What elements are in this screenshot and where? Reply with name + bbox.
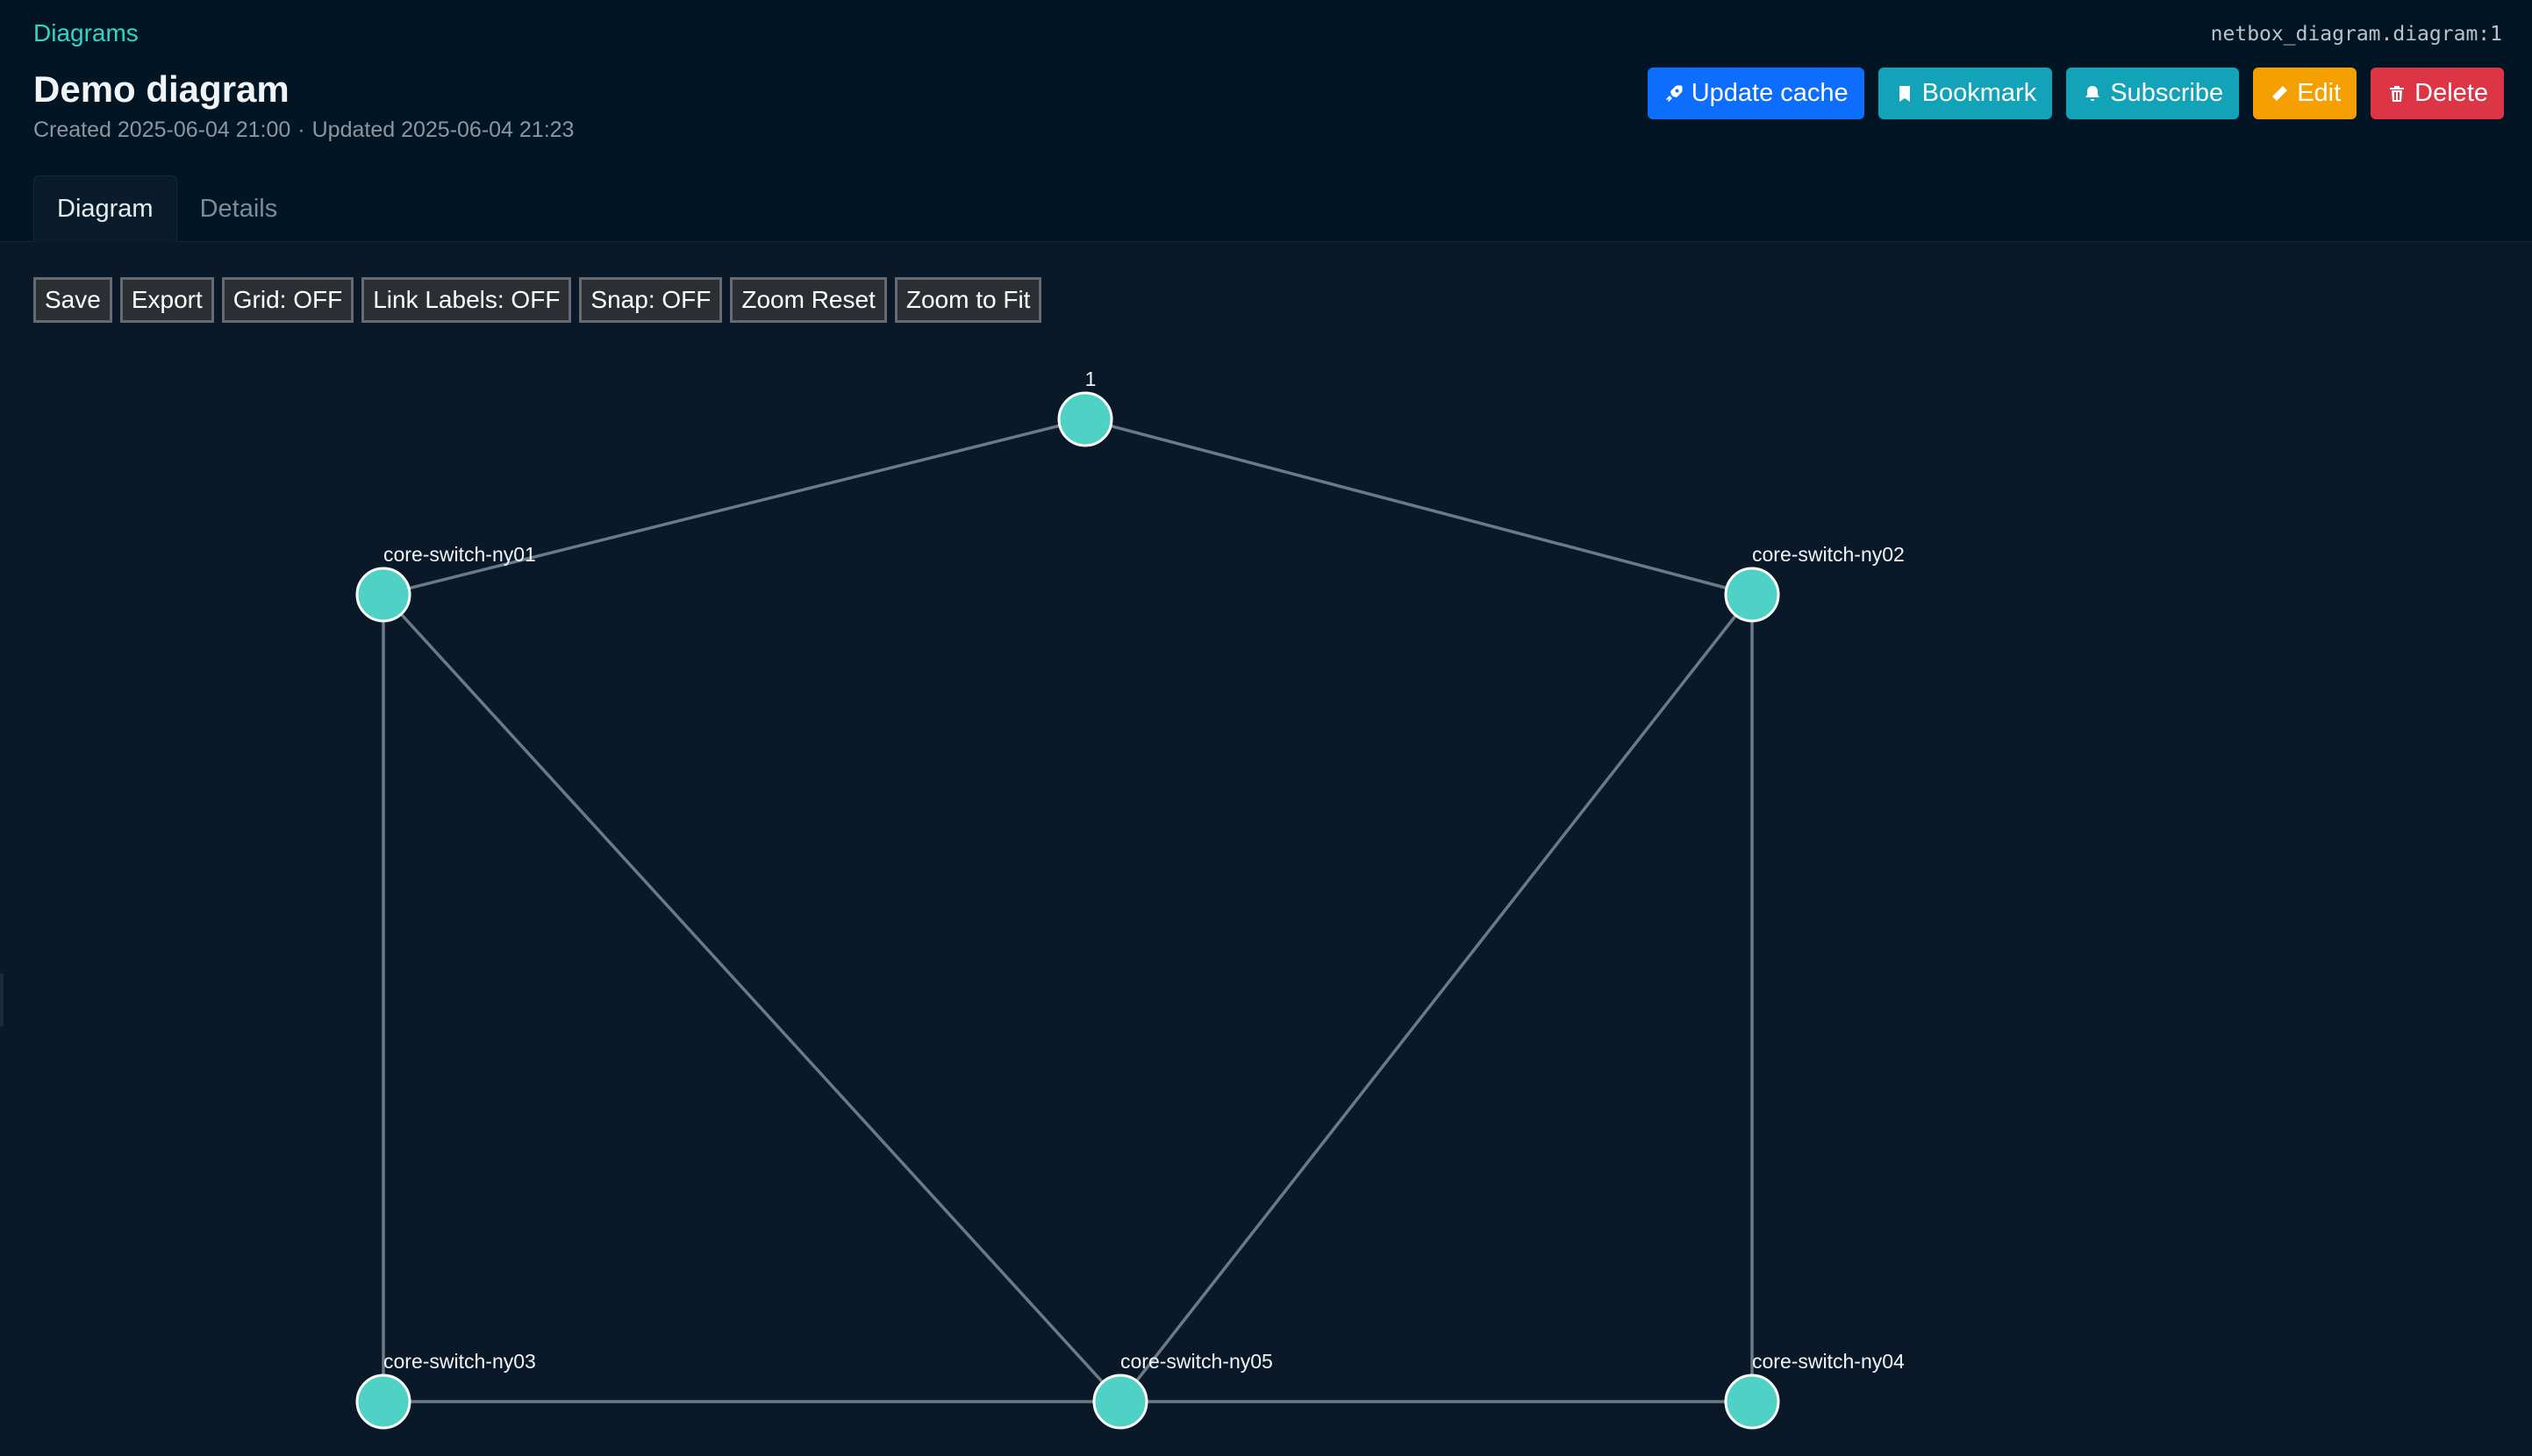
bookmark-button[interactable]: Bookmark xyxy=(1878,68,2053,119)
node-label-ny05: core-switch-ny05 xyxy=(1120,1350,1273,1373)
timestamps: Created 2025-06-04 21:00 · Updated 2025-06… xyxy=(33,118,574,143)
tab-bar: Diagram Details xyxy=(33,175,300,242)
save-button[interactable]: Save xyxy=(33,277,112,323)
page-title: Demo diagram xyxy=(33,68,290,110)
edit-button[interactable]: Edit xyxy=(2253,68,2357,119)
rocket-icon xyxy=(1665,84,1683,102)
delete-label: Delete xyxy=(2414,79,2488,107)
tab-diagram[interactable]: Diagram xyxy=(33,175,177,242)
node-label-ny04: core-switch-ny04 xyxy=(1752,1350,1905,1373)
network-diagram[interactable]: 1 core-switch-ny01 core-switch-ny02 core-sw… xyxy=(0,342,2532,1456)
node-ny03[interactable] xyxy=(355,1374,411,1430)
trash-icon xyxy=(2390,85,2405,102)
export-button[interactable]: Export xyxy=(119,277,214,323)
link-n1-ny02[interactable] xyxy=(1084,418,1753,596)
diagram-toolbar: Save Export Grid: OFF Link Labels: OFF S… xyxy=(33,277,1042,323)
node-label-ny01: core-switch-ny01 xyxy=(383,543,536,566)
object-identifier: netbox_diagram.diagram:1 xyxy=(2210,23,2502,46)
zoom-reset-button[interactable]: Zoom Reset xyxy=(730,277,887,323)
delete-button[interactable]: Delete xyxy=(2371,68,2504,119)
breadcrumb-diagrams[interactable]: Diagrams xyxy=(33,19,139,47)
updated-timestamp: Updated 2025-06-04 21:23 xyxy=(311,118,575,142)
link-ny02-ny05[interactable] xyxy=(1119,593,1754,1403)
pencil-icon xyxy=(2272,85,2288,101)
scroll-edge xyxy=(0,974,4,1026)
link-n1-ny01[interactable] xyxy=(383,418,1086,596)
separator: · xyxy=(297,118,305,142)
link-labels-toggle[interactable]: Link Labels: OFF xyxy=(361,277,572,323)
node-ny04[interactable] xyxy=(1724,1374,1780,1430)
snap-toggle[interactable]: Snap: OFF xyxy=(579,277,723,323)
node-label-ny03: core-switch-ny03 xyxy=(383,1350,536,1373)
bookmark-label: Bookmark xyxy=(1921,79,2037,107)
grid-toggle[interactable]: Grid: OFF xyxy=(221,277,354,323)
edit-label: Edit xyxy=(2297,79,2342,107)
update-cache-label: Update cache xyxy=(1691,79,1849,107)
link-ny01-ny05[interactable] xyxy=(382,593,1122,1403)
bell-icon xyxy=(2085,85,2100,101)
diagram-canvas[interactable]: 1 core-switch-ny01 core-switch-ny02 core-sw… xyxy=(0,342,2532,1456)
created-timestamp: Created 2025-06-04 21:00 xyxy=(33,118,291,142)
node-ny02[interactable] xyxy=(1724,567,1780,623)
subscribe-button[interactable]: Subscribe xyxy=(2066,68,2240,119)
page-header: Diagrams netbox_diagram.diagram:1 Demo d… xyxy=(0,0,2532,242)
bookmark-icon xyxy=(1899,85,1910,102)
node-n1[interactable] xyxy=(1057,391,1113,447)
action-buttons: Update cache Bookmark Subscribe Edit Del… xyxy=(1647,68,2504,119)
node-ny01[interactable] xyxy=(355,567,411,623)
update-cache-button[interactable]: Update cache xyxy=(1647,68,1864,119)
node-label-n1: 1 xyxy=(1085,368,1097,390)
subscribe-label: Subscribe xyxy=(2110,79,2224,107)
zoom-to-fit-button[interactable]: Zoom to Fit xyxy=(894,277,1042,323)
tab-details[interactable]: Details xyxy=(177,175,301,242)
node-label-ny02: core-switch-ny02 xyxy=(1752,543,1905,566)
node-ny05[interactable] xyxy=(1092,1374,1148,1430)
